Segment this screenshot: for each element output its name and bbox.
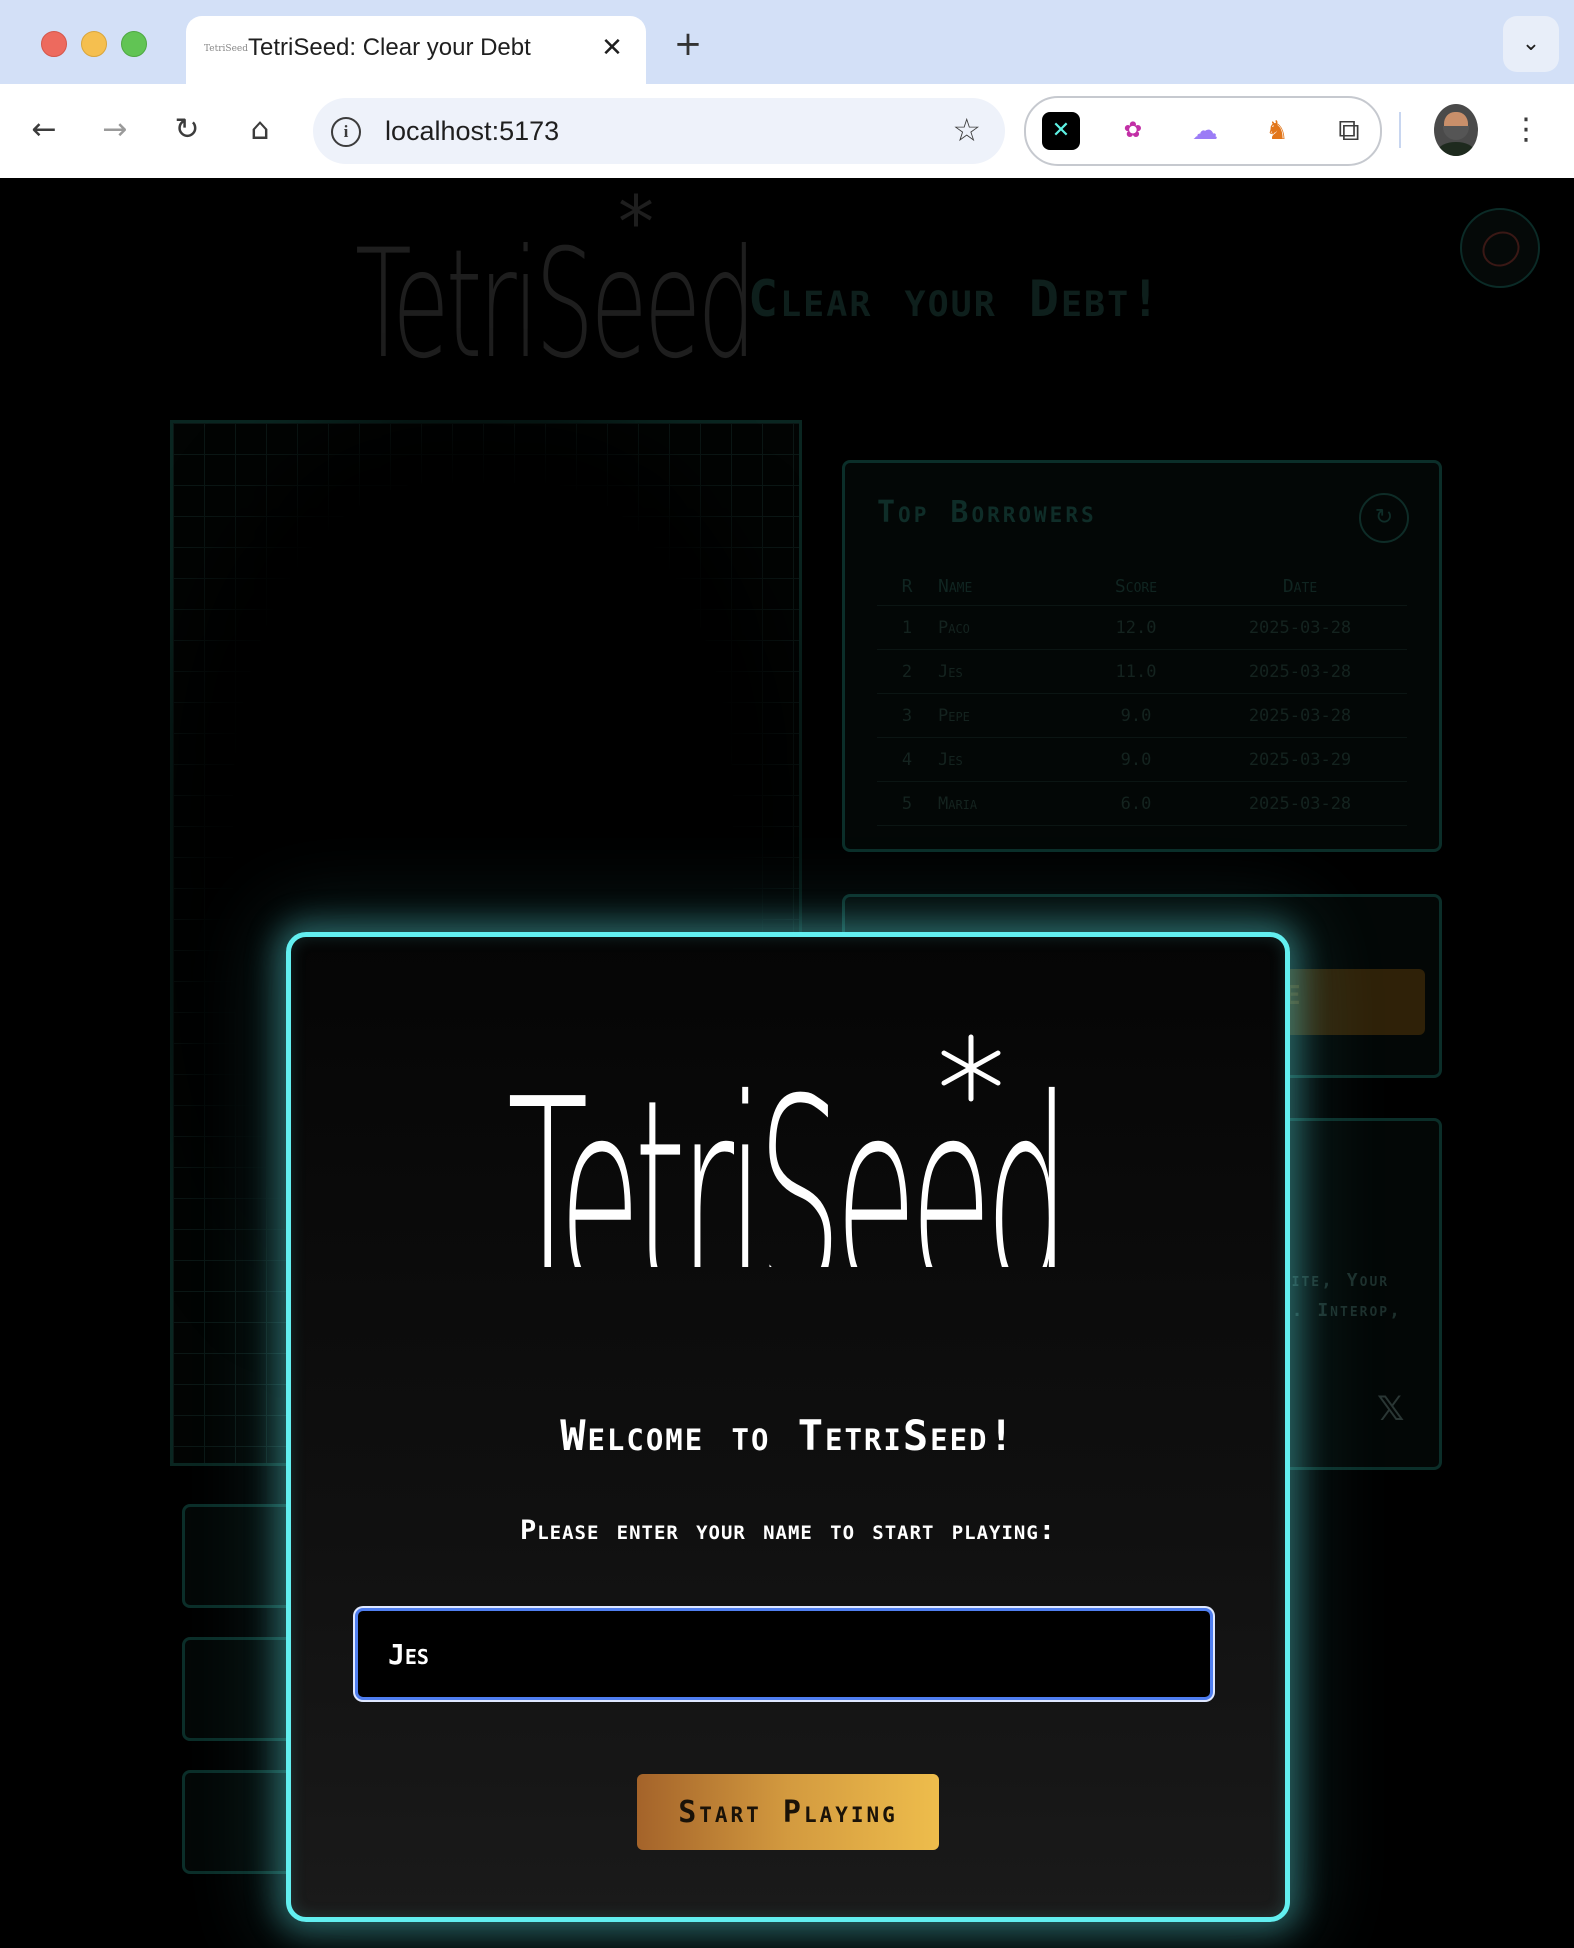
modal-logo: TetriSeed [507,1034,1077,1267]
cell-date: 2025-03-28 [1193,649,1407,694]
page-logo: TetriSeed [355,218,757,392]
avatar-shirt [1438,142,1474,156]
cell-rank: 1 [877,605,937,650]
extensions-group: ✕ ✿ ☁ ♞ ⧉ [1024,96,1382,166]
address-bar[interactable]: i localhost:5173 ☆ [313,98,1005,164]
reload-icon[interactable]: ↻ [163,106,211,154]
puzzle-extensions-icon[interactable]: ⧉ [1330,112,1368,150]
cell-date: 2025-03-28 [1193,693,1407,738]
column-header-rank: R [877,567,937,606]
tab-favicon-icon: TetriSeed [204,44,249,54]
x-social-icon[interactable]: 𝕏 [1377,1389,1404,1429]
cell-score: 12.0 [1079,605,1193,650]
tab-search-dropdown-icon[interactable]: ⌄ [1503,16,1559,72]
window-maximize-button[interactable] [121,31,147,57]
site-info-icon[interactable]: i [331,117,361,147]
column-header-score: Score [1079,567,1193,606]
table-row: 3 Pepe 9.0 2025-03-28 [877,693,1407,738]
metamask-fox-icon[interactable]: ♞ [1258,112,1296,150]
cell-date: 2025-03-28 [1193,781,1407,826]
cell-score: 11.0 [1079,649,1193,694]
leaderboard-table: R Name Score Date 1 Paco 12.0 2025-03-28… [877,567,1407,826]
bookmark-star-icon[interactable]: ☆ [952,112,981,148]
cell-score: 6.0 [1079,781,1193,826]
welcome-heading: Welcome to TetriSeed! [560,1411,1016,1460]
column-header-date: Date [1193,567,1407,606]
refresh-icon[interactable]: ↻ [1359,493,1409,543]
browser-tab-strip: TetriSeed TetriSeed: Clear your Debt ✕ +… [0,0,1574,84]
table-row: 4 Jes 9.0 2025-03-29 [877,737,1407,782]
player-name-input[interactable] [355,1608,1213,1700]
profile-avatar[interactable] [1434,104,1478,156]
cell-name: Paco [937,605,1079,650]
paw-extension-icon[interactable]: ✿ [1114,112,1152,150]
control-button-2[interactable] [182,1637,298,1741]
cell-rank: 3 [877,693,937,738]
window-minimize-button[interactable] [81,31,107,57]
table-row: 2 Jes 11.0 2025-03-28 [877,649,1407,694]
table-row: 1 Paco 12.0 2025-03-28 [877,605,1407,650]
back-arrow-icon[interactable]: ← [20,106,68,154]
cell-name: Jes [937,649,1079,694]
wallet-icon [1476,224,1526,274]
window-close-button[interactable] [41,31,67,57]
logo-asterisk-icon: * [618,180,654,264]
welcome-subheading: Please enter your name to start playing: [519,1515,1057,1546]
cell-rank: 2 [877,649,937,694]
start-playing-button[interactable]: Start Playing [637,1774,939,1850]
cell-date: 2025-03-29 [1193,737,1407,782]
tab-title: TetriSeed: Clear your Debt [248,34,531,61]
cell-rank: 4 [877,737,937,782]
leaderboard-title: Top Borrowers [877,495,1097,530]
table-header-row: R Name Score Date [877,567,1407,606]
url-text[interactable]: localhost:5173 [385,113,559,149]
browser-tab-active[interactable]: TetriSeed TetriSeed: Clear your Debt ✕ [186,16,646,84]
table-row: 5 Maria 6.0 2025-03-28 [877,781,1407,826]
ghost-extension-icon[interactable]: ☁ [1186,112,1224,150]
leaderboard-panel: Top Borrowers ↻ R Name Score Date 1 Paco… [842,460,1442,852]
column-header-name: Name [937,567,1079,606]
new-tab-button[interactable]: + [670,26,706,62]
page-tagline: Clear your Debt! [748,270,1163,328]
control-button-3[interactable] [182,1770,298,1874]
info-text-line-2: ly. Interop, [1272,1300,1402,1321]
cell-score: 9.0 [1079,693,1193,738]
cell-rank: 5 [877,781,937,826]
action-button[interactable] [1285,969,1425,1035]
welcome-modal: TetriSeed Welcome to TetriSeed! Please e… [286,932,1290,1922]
cell-score: 9.0 [1079,737,1193,782]
browser-toolbar: ← → ↻ ⌂ i localhost:5173 ☆ ✕ ✿ ☁ ♞ ⧉ ⋮ [0,84,1574,179]
forward-arrow-icon[interactable]: → [91,106,139,154]
tab-close-icon[interactable]: ✕ [594,30,630,66]
cell-name: Pepe [937,693,1079,738]
cell-name: Jes [937,737,1079,782]
avatar-beard [1443,126,1469,140]
cell-name: Maria [937,781,1079,826]
control-button-1[interactable] [182,1504,298,1608]
browser-menu-icon[interactable]: ⋮ [1510,106,1542,154]
wallet-button[interactable] [1460,208,1540,288]
x-extension-icon[interactable]: ✕ [1042,112,1080,150]
home-icon[interactable]: ⌂ [236,106,284,154]
toolbar-divider [1399,112,1401,148]
cell-date: 2025-03-28 [1193,605,1407,650]
